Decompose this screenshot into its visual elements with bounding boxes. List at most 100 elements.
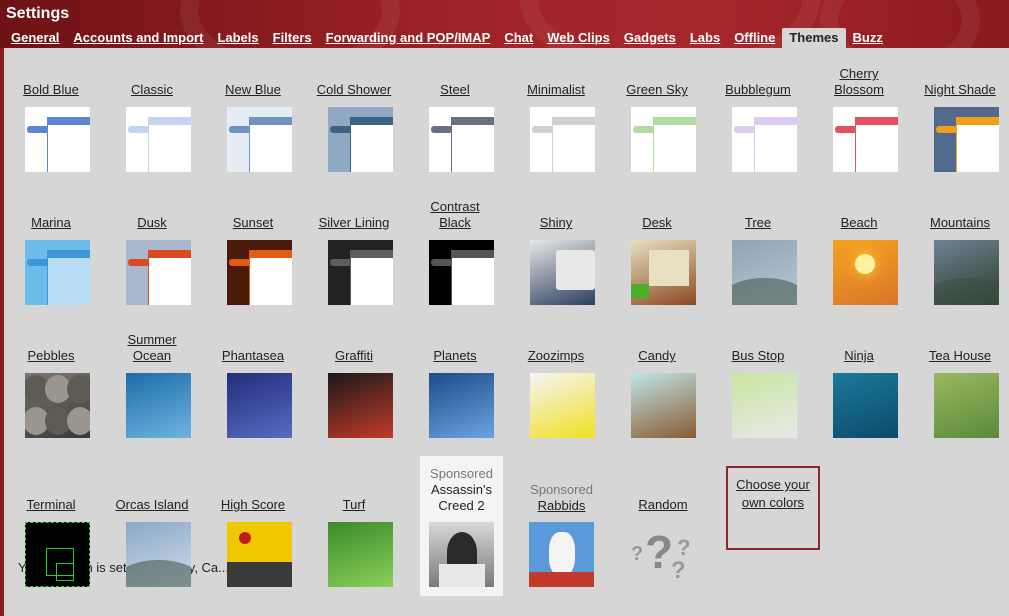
theme-name[interactable]: Bus Stop (720, 348, 796, 364)
theme-name[interactable]: Tree (720, 215, 796, 231)
sunset-thumbnail[interactable] (227, 240, 292, 305)
theme-high-score[interactable]: High Score (215, 497, 291, 513)
tab-web-clips[interactable]: Web Clips (540, 28, 617, 48)
theme-name[interactable]: Contrast Black (417, 199, 493, 231)
tab-offline[interactable]: Offline (727, 28, 782, 48)
cherry-blossom-thumbnail[interactable] (833, 107, 898, 172)
theme-candy[interactable]: Candy (619, 348, 695, 364)
theme-marina[interactable]: Marina (13, 215, 89, 231)
theme-silver-lining[interactable]: Silver Lining (316, 215, 392, 231)
theme-mountains[interactable]: Mountains (922, 215, 998, 231)
theme-shiny[interactable]: Shiny (518, 215, 594, 231)
theme-beach[interactable]: Beach (821, 215, 897, 231)
theme-name[interactable]: Summer Ocean (114, 332, 190, 364)
sponsored-theme-rabbids[interactable]: Sponsored Rabbids (520, 472, 603, 596)
theme-name[interactable]: New Blue (215, 82, 291, 98)
terminal-thumbnail[interactable] (25, 522, 90, 587)
theme-name[interactable]: Green Sky (619, 82, 695, 98)
candy-thumbnail[interactable] (631, 373, 696, 438)
tab-labels[interactable]: Labels (210, 28, 265, 48)
beach-thumbnail[interactable] (833, 240, 898, 305)
ninja-thumbnail[interactable] (833, 373, 898, 438)
mountains-thumbnail[interactable] (934, 240, 999, 305)
classic-thumbnail[interactable] (126, 107, 191, 172)
theme-name[interactable]: Zoozimps (518, 348, 594, 364)
zoozimps-thumbnail[interactable] (530, 373, 595, 438)
theme-new-blue[interactable]: New Blue (215, 82, 291, 98)
silver-lining-thumbnail[interactable] (328, 240, 393, 305)
marina-thumbnail[interactable] (25, 240, 90, 305)
theme-orcas-island[interactable]: Orcas Island (114, 497, 190, 513)
tab-general[interactable]: General (4, 28, 66, 48)
theme-name[interactable]: Planets (417, 348, 493, 364)
tab-accounts-and-import[interactable]: Accounts and Import (66, 28, 210, 48)
theme-graffiti[interactable]: Graffiti (316, 348, 392, 364)
theme-name[interactable]: Ninja (821, 348, 897, 364)
theme-name[interactable]: Shiny (518, 215, 594, 231)
choose-own-colors-box[interactable]: Choose your own colors (726, 466, 820, 550)
tab-gadgets[interactable]: Gadgets (617, 28, 683, 48)
theme-desk[interactable]: Desk (619, 215, 695, 231)
theme-name[interactable]: Silver Lining (316, 215, 392, 231)
theme-name[interactable]: Marina (13, 215, 89, 231)
theme-minimalist[interactable]: Minimalist (518, 82, 594, 98)
theme-name[interactable]: Sunset (215, 215, 291, 231)
theme-cherry-blossom[interactable]: Cherry Blossom (821, 66, 897, 98)
planets-thumbnail[interactable] (429, 373, 494, 438)
theme-name[interactable]: High Score (215, 497, 291, 513)
orcas-island-thumbnail[interactable] (126, 522, 191, 587)
theme-name[interactable]: Pebbles (13, 348, 89, 364)
graffiti-thumbnail[interactable] (328, 373, 393, 438)
theme-name[interactable]: Graffiti (316, 348, 392, 364)
theme-name[interactable]: Steel (417, 82, 493, 98)
desk-thumbnail[interactable] (631, 240, 696, 305)
theme-terminal[interactable]: Terminal (13, 497, 89, 513)
tab-forwarding-pop-imap[interactable]: Forwarding and POP/IMAP (319, 28, 498, 48)
theme-night-shade[interactable]: Night Shade (922, 82, 998, 98)
night-shade-thumbnail[interactable] (934, 107, 999, 172)
theme-dusk[interactable]: Dusk (114, 215, 190, 231)
theme-name[interactable]: Classic (114, 82, 190, 98)
theme-tree[interactable]: Tree (720, 215, 796, 231)
rabbids-thumbnail[interactable] (529, 522, 594, 587)
steel-thumbnail[interactable] (429, 107, 494, 172)
green-sky-thumbnail[interactable] (631, 107, 696, 172)
sponsored-theme-assassins-creed[interactable]: Sponsored Assassin's Creed 2 (420, 456, 503, 596)
high-score-thumbnail[interactable] (227, 522, 292, 587)
theme-random[interactable]: Random (625, 497, 701, 513)
random-question-marks-icon[interactable]: ? ? ? ? (631, 521, 696, 586)
summer-ocean-thumbnail[interactable] (126, 373, 191, 438)
tab-filters[interactable]: Filters (266, 28, 319, 48)
tea-house-thumbnail[interactable] (934, 373, 999, 438)
theme-name[interactable]: Night Shade (922, 82, 998, 98)
theme-name[interactable]: Cold Shower (316, 82, 392, 98)
theme-name[interactable]: Desk (619, 215, 695, 231)
tab-buzz[interactable]: Buzz (846, 28, 890, 48)
theme-phantasea[interactable]: Phantasea (215, 348, 291, 364)
dusk-thumbnail[interactable] (126, 240, 191, 305)
contrast-black-thumbnail[interactable] (429, 240, 494, 305)
theme-name[interactable]: Tea House (922, 348, 998, 364)
theme-name[interactable]: Bold Blue (13, 82, 89, 98)
tab-themes[interactable]: Themes (782, 28, 846, 48)
theme-name[interactable]: Cherry Blossom (821, 66, 897, 98)
theme-bubblegum[interactable]: Bubblegum (720, 82, 796, 98)
theme-name[interactable]: Random (625, 497, 701, 513)
assassins-creed-thumbnail[interactable] (429, 522, 494, 587)
turf-thumbnail[interactable] (328, 522, 393, 587)
theme-name[interactable]: Rabbids (520, 498, 603, 514)
shiny-thumbnail[interactable] (530, 240, 595, 305)
theme-name[interactable]: Terminal (13, 497, 89, 513)
new-blue-thumbnail[interactable] (227, 107, 292, 172)
tree-thumbnail[interactable] (732, 240, 797, 305)
bus-stop-thumbnail[interactable] (732, 373, 797, 438)
theme-name[interactable]: Mountains (922, 215, 998, 231)
theme-name[interactable]: Bubblegum (720, 82, 796, 98)
minimalist-thumbnail[interactable] (530, 107, 595, 172)
theme-name[interactable]: Turf (316, 497, 392, 513)
theme-ninja[interactable]: Ninja (821, 348, 897, 364)
theme-contrast-black[interactable]: Contrast Black (417, 199, 493, 231)
theme-bold-blue[interactable]: Bold Blue (13, 82, 89, 98)
theme-name[interactable]: Beach (821, 215, 897, 231)
bubblegum-thumbnail[interactable] (732, 107, 797, 172)
